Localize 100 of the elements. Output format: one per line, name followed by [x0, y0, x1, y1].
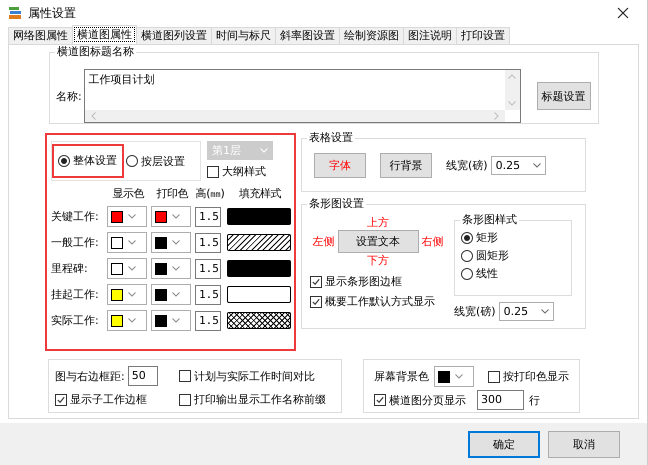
position-label: 上方 — [367, 215, 389, 230]
tab[interactable]: 打印设置 — [456, 27, 510, 44]
radio-label: 矩形 — [476, 230, 498, 245]
color-dropdown[interactable] — [107, 206, 147, 227]
margin-label: 图与右边框距: — [55, 368, 125, 384]
group-legend: 横道图标题名称 — [55, 45, 136, 59]
column-header: 填充样式 — [238, 186, 282, 201]
row-label: 关键工作: — [51, 209, 100, 224]
tab[interactable]: 绘制资源图 — [339, 27, 404, 44]
caret-icon — [172, 214, 180, 219]
radio-button[interactable] — [58, 154, 70, 166]
checkbox[interactable] — [207, 166, 219, 178]
dialog-button[interactable]: 取消 — [548, 430, 620, 458]
checkbox-label: 显示子工作边框 — [70, 392, 147, 407]
height-field[interactable]: 1.5 — [195, 258, 221, 278]
caret-icon — [260, 148, 268, 153]
row-label: 实际工作: — [51, 313, 100, 328]
fill-style-swatch[interactable] — [227, 312, 291, 329]
radio-label: 整体设置 — [73, 153, 117, 168]
checkbox[interactable] — [178, 394, 191, 406]
color-dropdown[interactable] — [151, 310, 191, 331]
caret-icon — [128, 214, 136, 219]
fill-style-swatch[interactable] — [227, 234, 291, 251]
color-dropdown[interactable] — [151, 284, 191, 305]
radio-button[interactable] — [461, 250, 473, 262]
checkbox-label: 横道图分页显示 — [389, 392, 466, 408]
fill-style-swatch[interactable] — [227, 260, 291, 277]
color-dropdown[interactable] — [107, 232, 147, 253]
color-dropdown[interactable] — [107, 310, 147, 331]
checkbox-label: 打印输出显示工作名称前缀 — [194, 392, 326, 407]
row-background-button[interactable]: 行背景 — [380, 153, 432, 178]
position-label: 左侧 — [312, 234, 334, 249]
row-label: 挂起工作: — [51, 287, 100, 302]
group-legend: 条形图样式 — [460, 213, 519, 227]
checkbox-label: 计划与实际工作时间对比 — [194, 368, 315, 384]
dialog-button[interactable]: 确定 — [468, 430, 540, 458]
checkbox-label: 显示条形图边框 — [325, 274, 402, 289]
color-dropdown[interactable] — [434, 366, 474, 387]
radio-button[interactable] — [461, 232, 473, 244]
height-field[interactable]: 1.5 — [195, 310, 221, 330]
tab[interactable]: 横道图属性 — [72, 25, 137, 44]
group-legend: 条形图设置 — [307, 197, 366, 211]
caret-icon — [172, 240, 180, 245]
position-label: 右侧 — [422, 234, 444, 249]
title-settings-button[interactable]: 标题设置 — [536, 82, 591, 110]
name-label: 名称: — [56, 88, 82, 104]
line-width-dropdown[interactable]: 0.25 — [490, 156, 546, 175]
checkbox[interactable] — [310, 276, 322, 288]
color-dropdown[interactable] — [151, 206, 191, 227]
height-field[interactable]: 1.5 — [195, 284, 221, 304]
line-width-dropdown[interactable]: 0.25 — [498, 302, 554, 321]
checkbox[interactable] — [55, 394, 67, 406]
rows-unit-label: 行 — [529, 392, 540, 408]
column-header: 显示色 — [111, 186, 146, 201]
tab[interactable]: 横道图列设置 — [136, 27, 212, 44]
row-label: 里程碑: — [51, 261, 89, 276]
tab[interactable]: 网络图属性 — [8, 27, 73, 44]
checkbox[interactable] — [488, 370, 500, 382]
caret-icon — [128, 266, 136, 271]
color-dropdown[interactable] — [107, 284, 147, 305]
radio-label: 按层设置 — [141, 154, 185, 168]
rows-field[interactable]: 300 — [477, 390, 524, 410]
color-dropdown[interactable] — [107, 258, 147, 279]
caret-icon — [128, 292, 136, 297]
color-dropdown[interactable] — [151, 232, 191, 253]
tab[interactable]: 图注说明 — [403, 27, 457, 44]
caret-icon — [172, 318, 180, 323]
checkbox-label: 大纲样式 — [222, 164, 266, 179]
caret-icon — [128, 240, 136, 245]
checkbox[interactable] — [310, 296, 322, 308]
height-field[interactable]: 1.5 — [195, 206, 221, 226]
radio-button[interactable] — [461, 268, 473, 280]
line-width-label: 线宽(磅) — [446, 158, 488, 173]
color-dropdown[interactable] — [151, 258, 191, 279]
radio-label: 圆矩形 — [476, 248, 509, 263]
fill-style-swatch[interactable] — [227, 286, 291, 303]
fill-style-swatch[interactable] — [227, 208, 291, 225]
app-icon — [8, 6, 22, 20]
close-icon[interactable] — [617, 7, 629, 19]
radio-button[interactable] — [126, 155, 138, 167]
column-header: 高(㎜) — [195, 186, 225, 201]
group-legend: 表格设置 — [307, 131, 355, 145]
window-title: 属性设置 — [28, 4, 77, 22]
caret-icon — [540, 309, 549, 314]
margin-field[interactable]: 50 — [128, 366, 158, 386]
column-header: 打印色 — [155, 186, 190, 201]
caret-icon — [172, 292, 180, 297]
set-text-button[interactable]: 设置文本 — [338, 230, 418, 253]
height-field[interactable]: 1.5 — [195, 232, 221, 252]
checkbox-label: 概要工作默认方式显示 — [325, 294, 435, 309]
line-width-label: 线宽(磅) — [454, 304, 496, 319]
radio-label: 线性 — [476, 266, 498, 281]
caret-icon — [532, 163, 541, 168]
tab[interactable]: 斜率图设置 — [275, 27, 340, 44]
checkbox[interactable] — [374, 394, 386, 406]
row-label: 一般工作: — [51, 235, 100, 250]
tab[interactable]: 时间与标尺 — [211, 27, 276, 44]
checkbox[interactable] — [178, 370, 191, 382]
caret-icon — [172, 266, 180, 271]
caret-icon — [128, 318, 136, 323]
